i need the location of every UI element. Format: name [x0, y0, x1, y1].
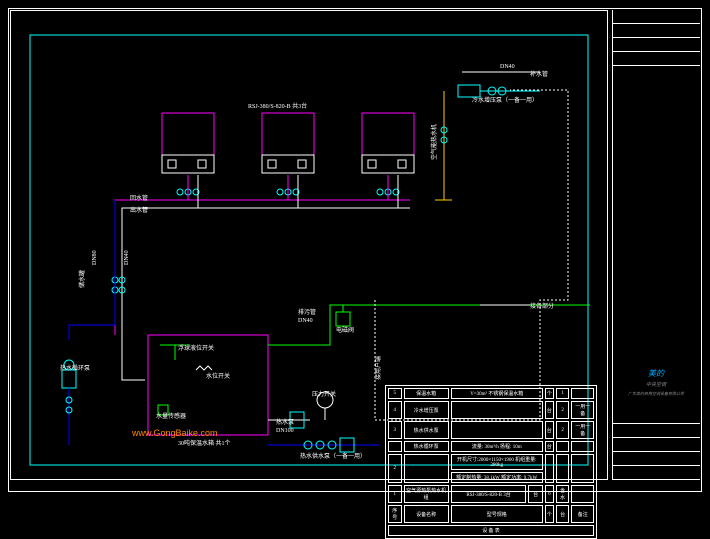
solenoid-valve [336, 312, 350, 326]
airsource-label: 空气能热水机 [430, 124, 438, 160]
table-title: 设 备 表 [388, 525, 594, 536]
title-block: 美的 中央空调 广东美的商用空调设备有限公司 [612, 10, 700, 480]
tb-r1 [613, 10, 700, 24]
hotloop-label: 热水循环泵 [60, 364, 90, 372]
dn40-label: DN40 [500, 64, 515, 70]
return-drop [122, 208, 172, 380]
level-label: 水位开关 [206, 372, 230, 380]
equipment-table: 5保温水箱V=30m³ 不锈钢保温水箱个1 4冷水增压泵台2一用一备 3热水供水… [385, 385, 597, 539]
schematic-svg: RSJ-380/S-820-B 共3台 DN40 补水管 冷水增压泵（一备一用）… [0, 0, 710, 500]
tank-name: 30吨保温水箱 共1个 [178, 439, 231, 447]
watermark: www.GongBaike.com [132, 428, 218, 438]
cold-pump-label: 冷水增压泵（一备一用） [472, 96, 538, 104]
unit-label: RSJ-380/S-820-B 共3台 [248, 102, 307, 110]
supply-drop [115, 200, 172, 335]
drain-line [268, 305, 590, 345]
to-user-label: 接用户端 [374, 356, 382, 380]
to-users-label: 接各部分 [530, 302, 554, 310]
user-boundary [375, 90, 568, 420]
sensor-label: 水量传感器 [156, 412, 186, 420]
supply-pump-label: 热水泵 [276, 418, 294, 426]
supply-pipe-label: 回水管 [130, 194, 148, 202]
tb-r3 [613, 38, 700, 52]
return-pipe-label: 出水管 [130, 206, 148, 214]
makeup-water [435, 72, 540, 200]
dn80-label: DN80 [92, 250, 98, 265]
solenoid-label: 电磁阀 [336, 326, 354, 334]
pressure-label: 压力开关 [312, 390, 336, 398]
dn40-b: DN40 [298, 318, 313, 324]
dn100-label: DN100 [276, 428, 294, 434]
tb-r4 [613, 52, 700, 66]
company-logo: 美的 中央空调 广东美的商用空调设备有限公司 [614, 368, 698, 396]
dn40-label-2: DN40 [124, 250, 130, 265]
hot-loop-pump [62, 200, 115, 445]
drain-label: 排污管 [298, 308, 316, 316]
hot-supply-label: 热水供水泵（一备一用） [300, 452, 366, 460]
makeup-pipe-label: 补水管 [530, 70, 548, 78]
tb-r2 [613, 24, 700, 38]
float-label: 浮球液位开关 [178, 344, 214, 352]
left-l1: 储水罐 [78, 270, 86, 288]
